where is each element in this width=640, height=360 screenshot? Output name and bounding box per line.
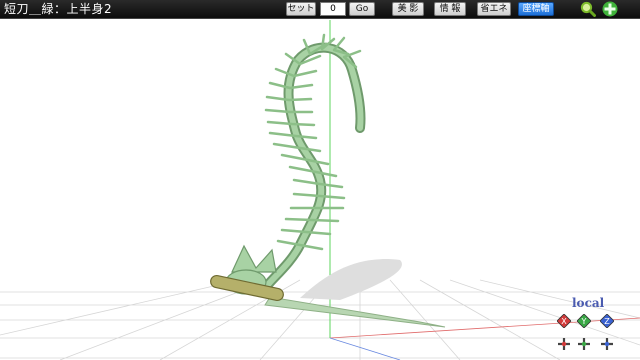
axis-toggle[interactable]: 座標軸	[518, 2, 554, 16]
green-cross-move-icon[interactable]	[602, 1, 618, 17]
svg-text:Y: Y	[581, 317, 587, 326]
ground-shadow	[300, 259, 402, 300]
go-frame-button[interactable]: Go	[349, 2, 375, 16]
serpent-spine-model	[225, 33, 366, 297]
y-move-icon[interactable]	[577, 337, 591, 351]
y-rotate-icon[interactable]: Y	[577, 314, 591, 328]
z-rotate-icon[interactable]: Z	[600, 314, 614, 328]
x-axis-line	[329, 317, 640, 339]
z-move-icon[interactable]	[600, 337, 614, 351]
local-axis-mode-label: local	[572, 296, 605, 310]
model-bone-title: 短刀＿緑：上半身2	[4, 2, 113, 16]
set-frame-button[interactable]: セット	[286, 2, 316, 16]
svg-text:X: X	[561, 317, 567, 326]
z-axis-line	[329, 337, 401, 360]
magnifier-icon[interactable]	[580, 1, 596, 17]
info-toggle[interactable]: 情 報	[434, 2, 466, 16]
save-energy-toggle[interactable]: 省エネ	[477, 2, 511, 16]
3d-viewport[interactable]: 短刀＿緑：上半身2 セット Go 美 影 情 報 省エネ 座標軸	[0, 0, 640, 360]
top-toolbar: 短刀＿緑：上半身2 セット Go 美 影 情 報 省エネ 座標軸	[0, 0, 640, 19]
frame-number-field[interactable]	[320, 2, 346, 16]
3d-scene[interactable]	[0, 18, 640, 360]
x-rotate-icon[interactable]: X	[557, 314, 571, 328]
svg-text:Z: Z	[604, 317, 610, 326]
beauty-shadow-toggle[interactable]: 美 影	[392, 2, 424, 16]
x-move-icon[interactable]	[557, 337, 571, 351]
